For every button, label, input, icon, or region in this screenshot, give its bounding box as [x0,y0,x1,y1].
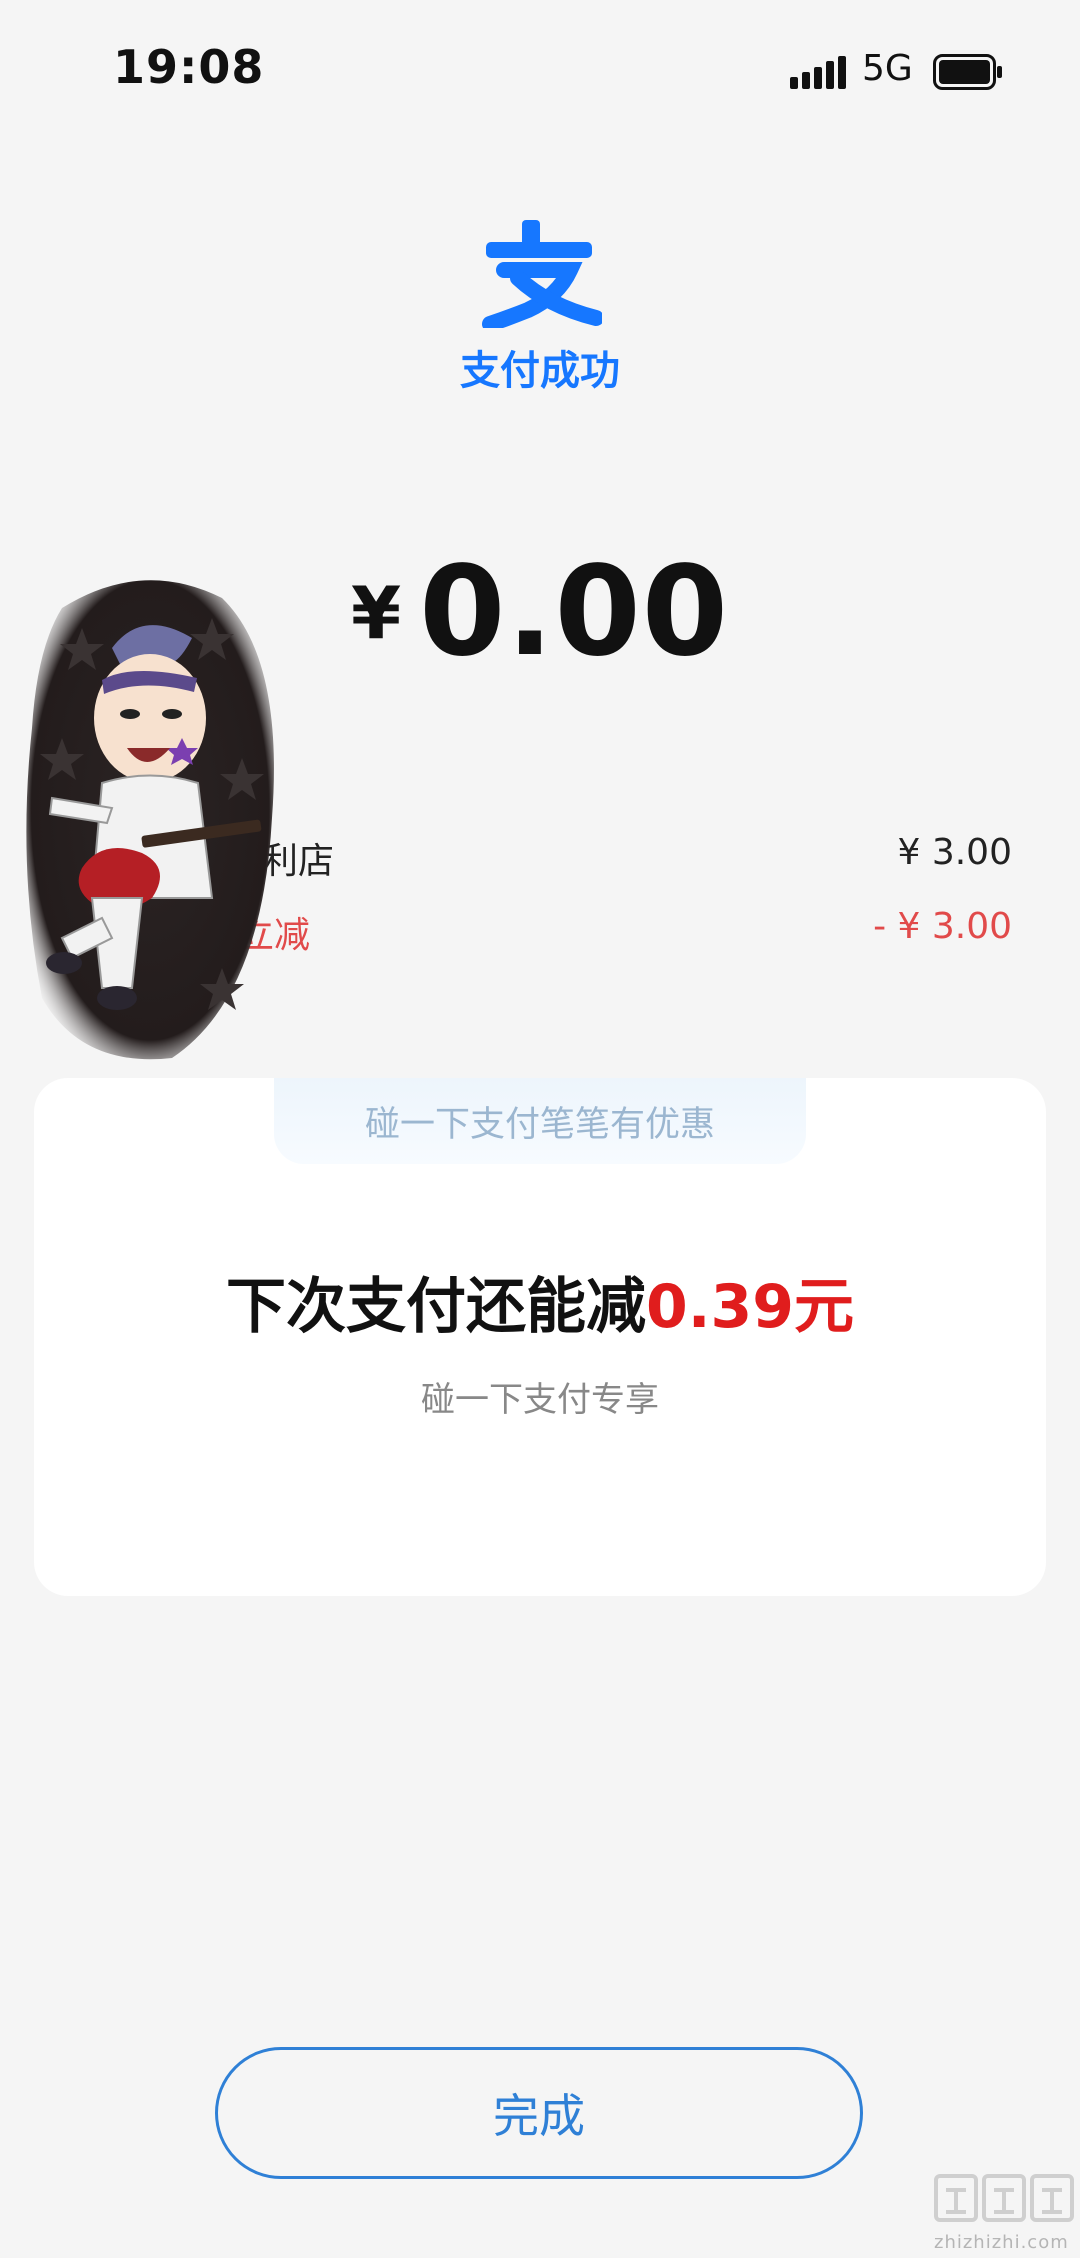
alipay-logo-icon [482,220,602,328]
signal-icon [790,56,846,89]
cartoon-sticker-image [26,580,274,1060]
amount-value: 0.00 [419,540,730,684]
promo-subtitle: 碰一下支付专享 [421,1380,659,1420]
promo-headline-value: 0.39元 [645,1272,855,1342]
network-type: 5G [862,48,913,89]
promo-card: 碰一下支付笔笔有优惠 下次支付还能减0.39元 碰一下支付专享 [34,1078,1046,1596]
battery-icon [933,54,1002,90]
status-time: 19:08 [113,40,265,94]
discount-amount: - ¥ 3.00 [873,906,1012,947]
merchant-amount: ¥ 3.00 [897,832,1012,873]
promo-tab-text: 碰一下支付笔笔有优惠 [364,1105,715,1145]
currency-symbol: ¥ [350,571,402,655]
payment-success-title: 支付成功 [460,348,620,394]
done-button[interactable]: 完成 [215,2047,863,2179]
watermark-text: zhizhizhi.com [934,2232,1069,2253]
promo-headline-prefix: 下次支付还能减 [225,1272,646,1342]
promo-headline: 下次支付还能减0.39元 [34,1258,1046,1345]
